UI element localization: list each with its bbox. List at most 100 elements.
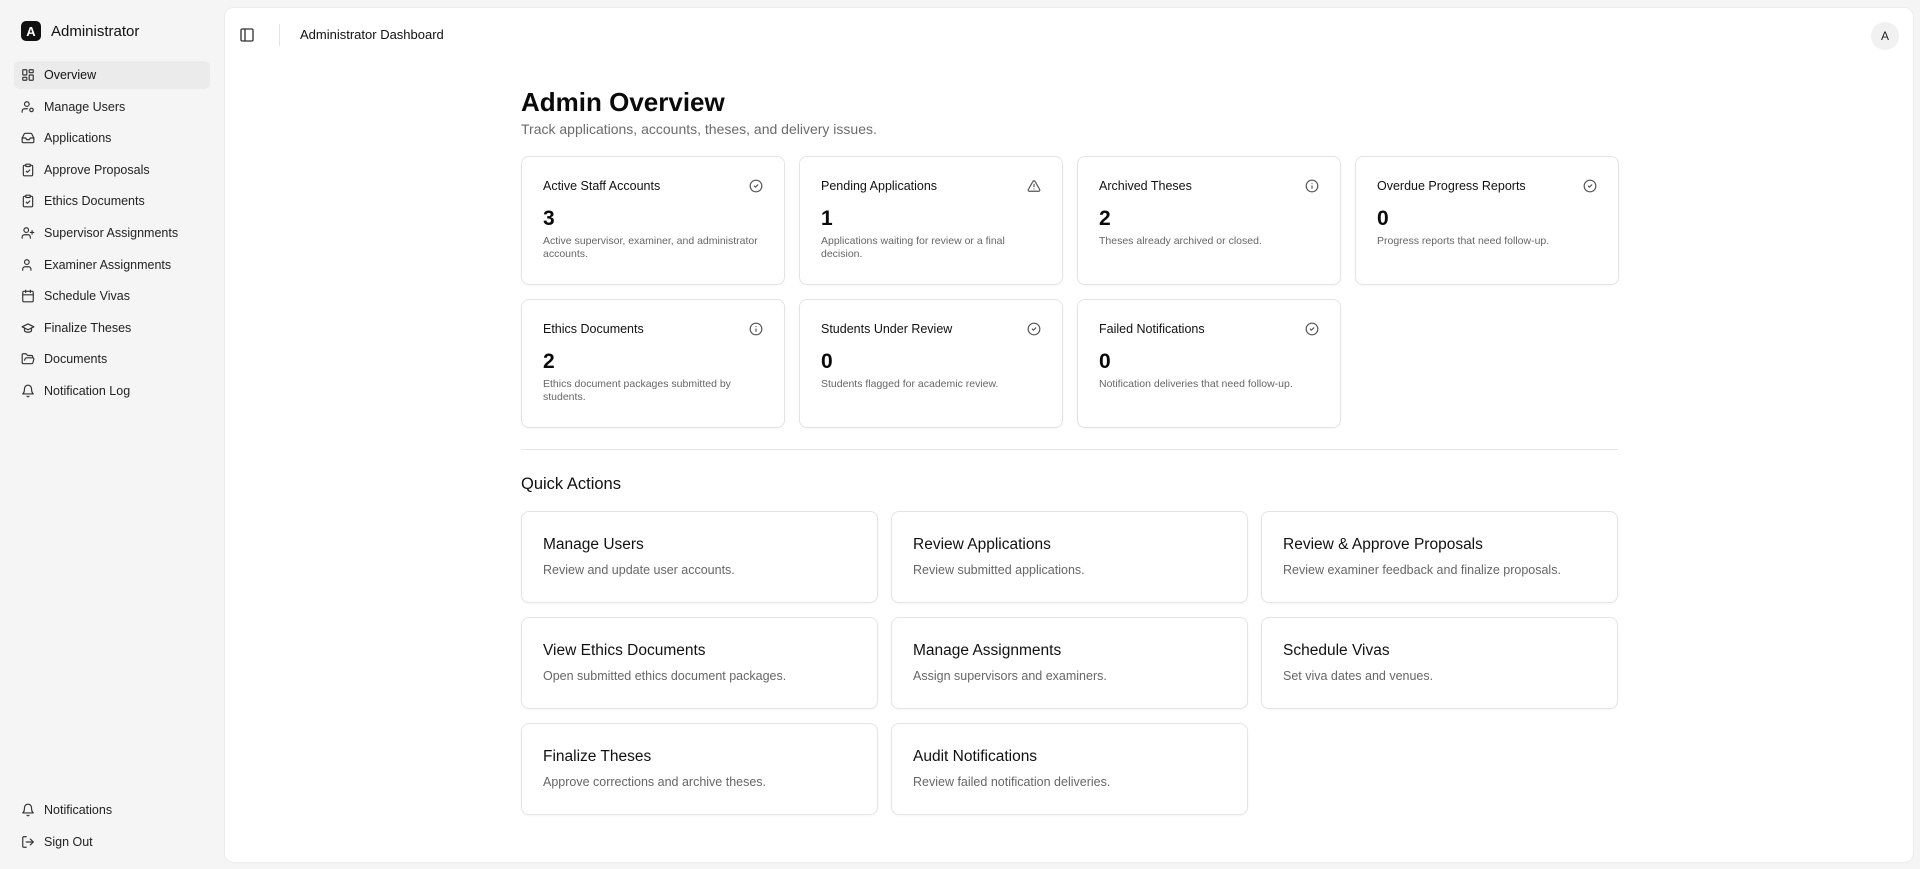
quick-action-description: Review and update user accounts. bbox=[543, 563, 735, 577]
quick-action-title: Manage Users bbox=[543, 536, 644, 553]
info-icon bbox=[749, 322, 763, 336]
stat-value: 2 bbox=[1099, 207, 1111, 230]
sidebar-item-ethics-documents[interactable]: Ethics Documents bbox=[14, 187, 210, 215]
quick-action-audit-notifications[interactable]: Audit Notifications Review failed notific… bbox=[891, 723, 1248, 815]
check-circle-icon bbox=[1583, 179, 1597, 193]
quick-action-view-ethics-documents[interactable]: View Ethics Documents Open submitted ethi… bbox=[521, 617, 878, 709]
panel-left-icon bbox=[240, 28, 254, 42]
bell-icon bbox=[21, 803, 35, 817]
stat-description: Active supervisor, examiner, and adminis… bbox=[543, 235, 758, 260]
stat-title: Ethics Documents bbox=[543, 322, 644, 336]
stat-card-ethics-documents: Ethics Documents 2 Ethics document package… bbox=[521, 299, 785, 428]
sidebar-item-notification-log[interactable]: Notification Log bbox=[14, 377, 210, 405]
sidebar-item-applications[interactable]: Applications bbox=[14, 124, 210, 152]
alert-triangle-icon bbox=[1027, 179, 1041, 193]
stat-card-overdue-progress-reports: Overdue Progress Reports 0 Progress report… bbox=[1355, 156, 1619, 285]
stat-description: Theses already archived or closed. bbox=[1099, 235, 1262, 247]
sidebar-item-label: Overview bbox=[44, 68, 97, 82]
stat-value: 0 bbox=[1377, 207, 1389, 230]
stat-description: Ethics document packages submitted by st… bbox=[543, 378, 731, 403]
quick-action-description: Approve corrections and archive theses. bbox=[543, 775, 767, 789]
sidebar-item-manage-users[interactable]: Manage Users bbox=[14, 93, 210, 121]
section-divider bbox=[521, 449, 1618, 450]
stat-card-active-staff-accounts: Active Staff Accounts 3 Active supervisor,… bbox=[521, 156, 785, 285]
stat-value: 0 bbox=[1099, 350, 1111, 373]
quick-action-description: Open submitted ethics document packages. bbox=[543, 669, 787, 683]
quick-action-title: View Ethics Documents bbox=[543, 642, 706, 659]
quick-action-manage-assignments[interactable]: Manage Assignments Assign supervisors and… bbox=[891, 617, 1248, 709]
stat-title: Active Staff Accounts bbox=[543, 179, 661, 193]
quick-action-review-and-approve-proposals[interactable]: Review & Approve Proposals Review examine… bbox=[1261, 511, 1618, 603]
sidebar-item-label: Supervisor Assignments bbox=[44, 225, 179, 240]
sidebar-item-label: Schedule Vivas bbox=[44, 289, 130, 304]
quick-action-finalize-theses[interactable]: Finalize Theses Approve corrections and a… bbox=[521, 723, 878, 815]
clipboard-check-icon bbox=[21, 163, 35, 177]
stat-value: 3 bbox=[543, 207, 555, 230]
sidebar-item-label: Documents bbox=[44, 352, 108, 367]
quick-action-description: Review examiner feedback and finalize pr… bbox=[1283, 563, 1561, 577]
quick-action-schedule-vivas[interactable]: Schedule Vivas Set viva dates and venues. bbox=[1261, 617, 1618, 709]
check-circle-icon bbox=[1305, 322, 1319, 336]
brand-logo: A bbox=[21, 21, 41, 41]
quick-action-review-applications[interactable]: Review Applications Review submitted appl… bbox=[891, 511, 1248, 603]
page-subtitle: Track applications, accounts, theses, an… bbox=[521, 121, 877, 137]
quick-action-description: Review failed notification deliveries. bbox=[913, 775, 1111, 789]
layout-grid-icon bbox=[21, 68, 35, 82]
sidebar-item-notifications[interactable]: Notifications bbox=[14, 796, 210, 824]
quick-action-description: Assign supervisors and examiners. bbox=[913, 669, 1107, 683]
stat-description: Applications waiting for review or a fin… bbox=[821, 235, 1005, 260]
stat-card-students-under-review: Students Under Review 0 Students flagged f… bbox=[799, 299, 1063, 428]
log-out-icon bbox=[21, 835, 35, 849]
stats-grid: Active Staff Accounts 3 Active supervisor,… bbox=[521, 156, 1619, 428]
dashboard-content: Admin Overview Track applications, accou… bbox=[521, 86, 1619, 815]
stat-description: Notification deliveries that need follow… bbox=[1099, 378, 1293, 390]
quick-action-title: Schedule Vivas bbox=[1283, 642, 1390, 659]
graduation-cap-icon bbox=[21, 321, 35, 335]
stat-value: 1 bbox=[821, 207, 833, 230]
quick-action-manage-users[interactable]: Manage Users Review and update user accou… bbox=[521, 511, 878, 603]
info-icon bbox=[1305, 179, 1319, 193]
sidebar-item-label: Ethics Documents bbox=[44, 194, 145, 209]
user-icon bbox=[21, 258, 35, 272]
quick-action-description: Review submitted applications. bbox=[913, 563, 1085, 577]
sidebar-item-finalize-theses[interactable]: Finalize Theses bbox=[14, 314, 210, 342]
inbox-icon bbox=[21, 131, 35, 145]
sidebar-item-label: Finalize Theses bbox=[44, 320, 132, 335]
sidebar-item-label: Applications bbox=[44, 131, 112, 146]
stat-card-archived-theses: Archived Theses 2 Theses already archived … bbox=[1077, 156, 1341, 285]
page-title: Admin Overview bbox=[521, 87, 725, 117]
stat-value: 0 bbox=[821, 350, 833, 373]
sidebar-item-supervisor-assignments[interactable]: Supervisor Assignments bbox=[14, 219, 210, 247]
sidebar-item-examiner-assignments[interactable]: Examiner Assignments bbox=[14, 251, 210, 279]
stat-value: 2 bbox=[543, 350, 555, 373]
user-plus-icon bbox=[21, 226, 35, 240]
sidebar-item-approve-proposals[interactable]: Approve Proposals bbox=[14, 156, 210, 184]
quick-action-title: Audit Notifications bbox=[913, 748, 1038, 765]
stat-title: Failed Notifications bbox=[1099, 322, 1205, 336]
stat-title: Archived Theses bbox=[1099, 179, 1192, 193]
sidebar-item-label: Sign Out bbox=[44, 834, 93, 849]
sidebar-item-label: Notifications bbox=[44, 803, 113, 817]
sidebar-nav: Overview Manage Users Applications Approve … bbox=[14, 61, 210, 405]
page-header-title: Administrator Dashboard bbox=[300, 27, 444, 42]
clipboard-check-icon bbox=[21, 194, 35, 208]
sidebar-item-sign-out[interactable]: Sign Out bbox=[14, 828, 210, 856]
quick-actions-grid: Manage Users Review and update user accou… bbox=[521, 511, 1618, 815]
check-circle-icon bbox=[749, 179, 763, 193]
bell-icon bbox=[21, 384, 35, 398]
avatar[interactable]: A bbox=[1871, 22, 1899, 50]
check-circle-icon bbox=[1027, 322, 1041, 336]
brand[interactable]: A Administrator bbox=[14, 16, 210, 46]
brand-name: Administrator bbox=[51, 22, 140, 40]
quick-action-title: Finalize Theses bbox=[543, 748, 652, 765]
quick-action-title: Review Applications bbox=[913, 536, 1051, 553]
sidebar-item-overview[interactable]: Overview bbox=[14, 61, 210, 89]
sidebar-item-label: Approve Proposals bbox=[44, 162, 150, 177]
sidebar-item-schedule-vivas[interactable]: Schedule Vivas bbox=[14, 282, 210, 310]
sidebar-item-documents[interactable]: Documents bbox=[14, 345, 210, 373]
topbar: Administrator Dashboard A bbox=[225, 8, 1913, 62]
sidebar-toggle-button[interactable] bbox=[239, 27, 255, 43]
stat-card-failed-notifications: Failed Notifications 0 Notification delive… bbox=[1077, 299, 1341, 428]
sidebar-item-label: Notification Log bbox=[44, 383, 131, 398]
stat-description: Students flagged for academic review. bbox=[821, 378, 999, 390]
